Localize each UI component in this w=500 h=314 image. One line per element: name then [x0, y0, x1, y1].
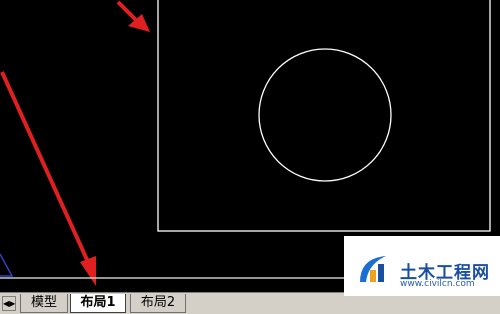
watermark-url: www.civilcn.com — [400, 279, 475, 289]
layout-viewport — [157, 0, 491, 232]
ucs-icon — [0, 253, 14, 277]
tab-layout2[interactable]: 布局2 — [130, 294, 186, 313]
watermark: 土木工程网 www.civilcn.com — [344, 236, 500, 296]
drawn-circle — [258, 48, 392, 182]
arrow-annotation-icon — [0, 71, 96, 286]
tab-model[interactable]: 模型 — [20, 294, 68, 313]
tab-layout1[interactable]: 布局1 — [70, 294, 126, 313]
arrow-annotation-icon — [116, 0, 150, 32]
civilcn-logo-icon — [360, 256, 386, 282]
tab-nav-button[interactable]: ◀▶ — [2, 296, 16, 311]
